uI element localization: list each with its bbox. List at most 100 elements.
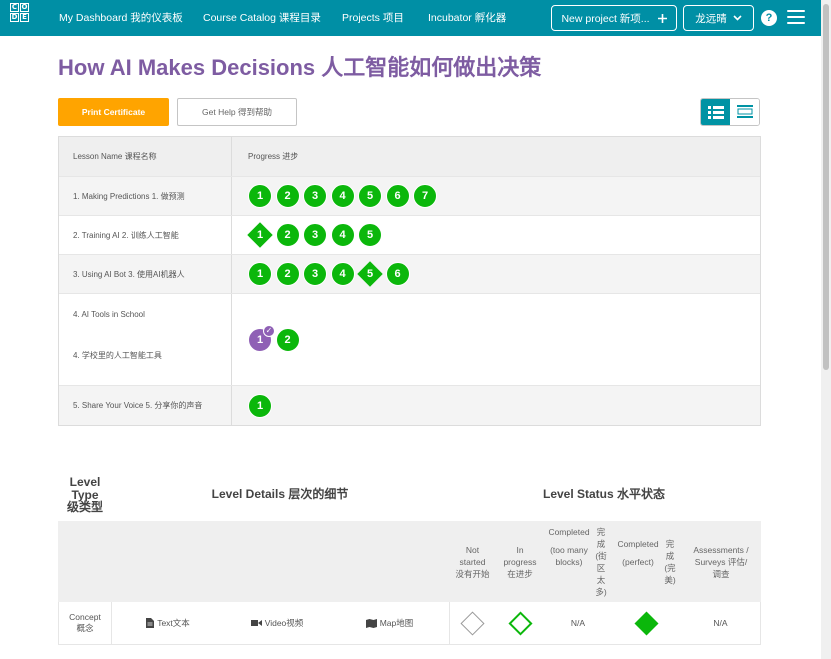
page-title: How AI Makes Decisions 人工智能如何做出决策 (58, 55, 542, 80)
nav-dashboard[interactable]: My Dashboard 我的仪表板 (59, 0, 183, 36)
completed-too-many-en-2: (too many blocks) (550, 544, 588, 567)
level-bubble[interactable]: 2 (275, 327, 300, 352)
logo-letter: O (20, 3, 29, 12)
print-certificate-button[interactable]: Print Certificate (58, 98, 169, 126)
level-detail-video: Video视频 (224, 602, 330, 644)
level-bubble[interactable]: 3 (303, 262, 327, 286)
level-bubble-assessment[interactable]: 1 ✓ (248, 324, 275, 352)
lesson-row: 4. AI Tools in School 4. 学校里的人工智能工具 1 ✓ 2 (59, 294, 760, 386)
logo-letter: D (10, 13, 19, 22)
progress-table-header: Lesson Name 课程名称 Progress 进步 (59, 137, 760, 177)
completed-too-many-en: Completed (too many blocks) (547, 526, 591, 598)
page-scrollbar[interactable] (821, 0, 831, 659)
lesson-progress: 1 (232, 386, 760, 425)
lesson-progress: 1234567 (232, 177, 760, 215)
nav-projects[interactable]: Projects 项目 (342, 0, 404, 36)
lesson-name-en: 4. AI Tools in School (73, 310, 145, 319)
completed-perfect-en-1: Completed (617, 538, 659, 549)
get-help-button[interactable]: Get Help 得到帮助 (177, 98, 297, 126)
completed-perfect-en: Completed (perfect) (615, 538, 661, 586)
level-bubble[interactable]: 3 (303, 223, 327, 247)
plus-icon (657, 13, 667, 23)
checkmark-icon: ✓ (263, 324, 275, 337)
in-progress-cell (495, 602, 545, 644)
level-bubble[interactable]: 4 (330, 262, 355, 286)
level-status-heading: Level Status 水平状态 (542, 487, 666, 501)
text-label: Text文本 (157, 617, 190, 628)
not-started-diamond (460, 610, 485, 636)
level-number: 1 (256, 229, 264, 241)
level-type-heading-line1: Level (69, 475, 101, 489)
logo-letter: C (10, 3, 19, 12)
detail-view-icon (736, 105, 753, 118)
level-bubble[interactable]: 3 (303, 184, 327, 208)
legend-header-spacer (58, 521, 450, 602)
list-view-icon (707, 105, 724, 119)
lesson-row: 5. Share Your Voice 5. 分享你的声音 1 (59, 386, 760, 425)
user-menu-button[interactable]: 龙远晴 (683, 5, 754, 31)
level-bubble[interactable]: 4 (330, 223, 355, 247)
completed-perfect-en-2: (perfect) (622, 556, 654, 567)
level-bubble[interactable]: 2 (275, 223, 300, 247)
level-bubble[interactable]: 7 (413, 184, 437, 208)
lesson-name-header: Lesson Name 课程名称 (59, 137, 232, 176)
level-bubble[interactable]: 1 (248, 393, 272, 418)
level-type-concept: Concept 概念 (69, 612, 101, 633)
chevron-down-icon (733, 15, 742, 21)
assessments-label: Assessments / Surveys 评估/调查 (693, 544, 749, 579)
level-bubble[interactable]: 2 (275, 262, 300, 286)
completed-perfect-label: Completed (perfect) 完成 (完美) (615, 538, 677, 586)
completed-too-many-cell: N/A (570, 617, 586, 628)
new-project-button[interactable]: New project 新项... (551, 5, 677, 31)
lesson-progress: 1 ✓ 2 (232, 294, 760, 385)
hamburger-menu-icon[interactable] (787, 10, 805, 25)
level-bubble[interactable]: 2 (275, 184, 300, 208)
level-details-heading: Level Details 层次的细节 (211, 487, 349, 501)
nav-course-catalog[interactable]: Course Catalog 课程目录 (203, 0, 321, 36)
lesson-progress: 12345 (232, 216, 760, 254)
in-progress-column: In progress 在进步 (495, 521, 545, 602)
lesson-progress: 123456 (232, 255, 760, 293)
completed-too-many-en-1: Completed (548, 526, 590, 537)
level-type-heading-line3: 级类型 (66, 500, 103, 514)
level-bubble[interactable]: 1 (248, 184, 272, 208)
summary-view-toggle[interactable] (701, 99, 730, 125)
level-bubble-diamond[interactable]: 5 (358, 262, 382, 286)
logo-letter: E (20, 13, 29, 22)
level-bubble[interactable]: 1 (248, 262, 272, 286)
level-type-cell: Concept 概念 (58, 602, 112, 644)
level-bubble[interactable]: 6 (385, 262, 410, 286)
assessments-cell: N/A (681, 602, 761, 644)
level-bubble[interactable]: 4 (330, 184, 355, 208)
completed-too-many-column: Completed (too many blocks) 完成 (街区太多) (545, 521, 611, 602)
detail-view-toggle[interactable] (730, 99, 759, 125)
legend-row-concept: Concept 概念 Text文本 Video视频 Map地图 N/A N/A (58, 602, 761, 645)
lesson-name[interactable]: 4. AI Tools in School 4. 学校里的人工智能工具 (59, 294, 232, 385)
assessments-column: Assessments / Surveys 评估/调查 (681, 521, 761, 602)
level-detail-text: Text文本 (112, 602, 224, 644)
completed-perfect-zh: 完成 (完美) (664, 538, 676, 585)
level-bubble-diamond[interactable]: 1 (248, 223, 272, 247)
in-progress-diamond (507, 610, 533, 636)
help-icon[interactable]: ? (761, 10, 777, 26)
map-icon (365, 618, 377, 628)
in-progress-label: In progress 在进步 (503, 544, 537, 579)
lesson-row: 2. Training AI 2. 训练人工智能 12345 (59, 216, 760, 255)
lesson-name[interactable]: 3. Using AI Bot 3. 使用AI机器人 (59, 255, 232, 293)
lesson-name[interactable]: 5. Share Your Voice 5. 分享你的声音 (59, 386, 232, 425)
legend-table: Not started 没有开始 In progress 在进步 Complet… (58, 521, 761, 645)
lesson-name[interactable]: 2. Training AI 2. 训练人工智能 (59, 216, 232, 254)
progress-header: Progress 进步 (248, 152, 299, 161)
level-bubble[interactable]: 6 (385, 184, 410, 208)
lesson-name-zh: 4. 学校里的人工智能工具 (73, 351, 162, 360)
view-toggle (700, 98, 760, 126)
not-started-cell (450, 602, 495, 644)
completed-too-many-label: Completed (too many blocks) 完成 (街区太多) (547, 526, 609, 598)
lesson-name[interactable]: 1. Making Predictions 1. 做预测 (59, 177, 232, 215)
level-bubble[interactable]: 5 (358, 223, 382, 247)
user-name: 龙远晴 (695, 12, 727, 25)
nav-incubator[interactable]: Incubator 孵化器 (428, 0, 506, 36)
code-logo[interactable]: C O D E (10, 3, 39, 32)
scrollbar-thumb[interactable] (823, 4, 829, 370)
level-bubble[interactable]: 5 (358, 184, 382, 208)
